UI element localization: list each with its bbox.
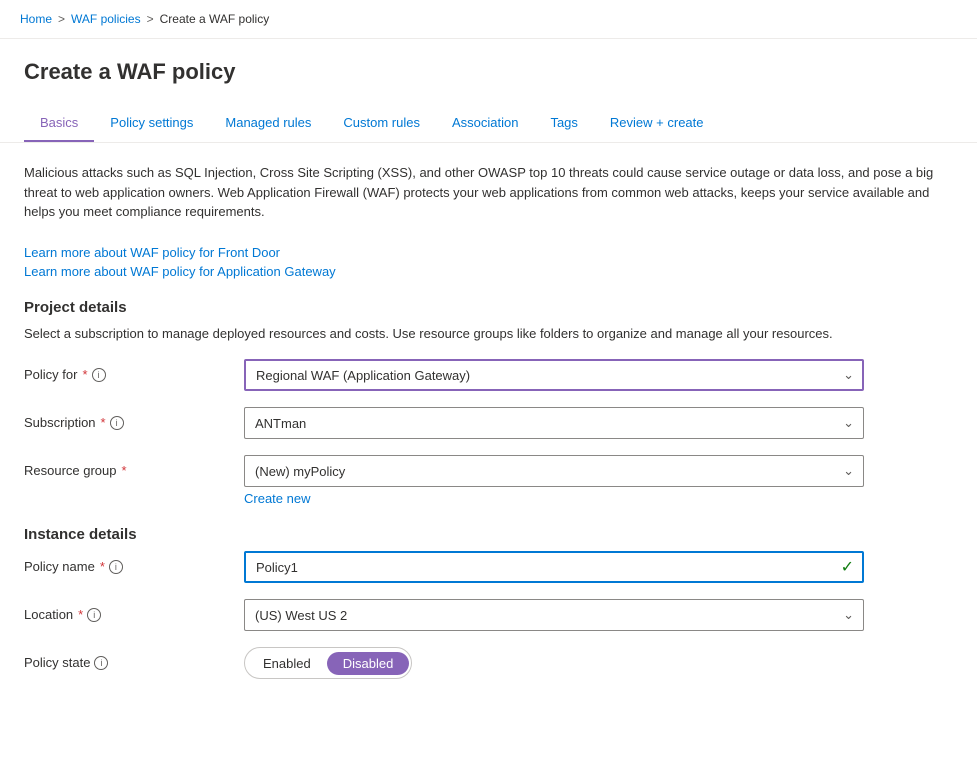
location-select-wrapper: (US) West US 2 ⌄	[244, 599, 864, 631]
policy-state-toggle[interactable]: Enabled Disabled	[244, 647, 412, 679]
tab-managed-rules[interactable]: Managed rules	[209, 105, 327, 142]
resource-group-select[interactable]: (New) myPolicy	[244, 455, 864, 487]
location-required: *	[78, 607, 83, 622]
policy-name-row: Policy name * i ✓	[24, 551, 936, 583]
description-text: Malicious attacks such as SQL Injection,…	[24, 163, 936, 222]
policy-name-info-icon[interactable]: i	[109, 560, 123, 574]
resource-group-select-wrapper: (New) myPolicy ⌄	[244, 455, 864, 487]
resource-group-control: (New) myPolicy ⌄ Create new	[244, 455, 864, 506]
tabs-bar: Basics Policy settings Managed rules Cus…	[0, 105, 977, 143]
breadcrumb-sep2: >	[147, 12, 154, 26]
breadcrumb-waf-policies[interactable]: WAF policies	[71, 12, 141, 26]
policy-for-label: Policy for * i	[24, 359, 244, 382]
policy-name-required: *	[100, 559, 105, 574]
tab-custom-rules[interactable]: Custom rules	[327, 105, 436, 142]
location-info-icon[interactable]: i	[87, 608, 101, 622]
policy-state-info-icon[interactable]: i	[94, 656, 108, 670]
policy-state-control: Enabled Disabled	[244, 647, 864, 679]
policy-state-label: Policy state i	[24, 647, 244, 670]
subscription-row: Subscription * i ANTman ⌄	[24, 407, 936, 439]
policy-name-control: ✓	[244, 551, 864, 583]
location-control: (US) West US 2 ⌄	[244, 599, 864, 631]
subscription-required: *	[101, 415, 106, 430]
resource-group-row: Resource group * (New) myPolicy ⌄ Create…	[24, 455, 936, 506]
breadcrumb-home[interactable]: Home	[20, 12, 52, 26]
subscription-select[interactable]: ANTman	[244, 407, 864, 439]
breadcrumb-current: Create a WAF policy	[160, 12, 270, 26]
policy-name-label: Policy name * i	[24, 551, 244, 574]
policy-for-select[interactable]: Regional WAF (Application Gateway) Globa…	[244, 359, 864, 391]
subscription-control: ANTman ⌄	[244, 407, 864, 439]
create-new-link[interactable]: Create new	[244, 491, 310, 506]
policy-for-select-wrapper: Regional WAF (Application Gateway) Globa…	[244, 359, 864, 391]
tab-basics[interactable]: Basics	[24, 105, 94, 142]
breadcrumb-sep1: >	[58, 12, 65, 26]
location-label: Location * i	[24, 599, 244, 622]
location-select[interactable]: (US) West US 2	[244, 599, 864, 631]
policy-for-control: Regional WAF (Application Gateway) Globa…	[244, 359, 864, 391]
location-row: Location * i (US) West US 2 ⌄	[24, 599, 936, 631]
policy-for-info-icon[interactable]: i	[92, 368, 106, 382]
resource-group-label: Resource group *	[24, 455, 244, 478]
resource-group-required: *	[122, 463, 127, 478]
subscription-select-wrapper: ANTman ⌄	[244, 407, 864, 439]
policy-name-input[interactable]	[244, 551, 864, 583]
breadcrumb: Home > WAF policies > Create a WAF polic…	[0, 0, 977, 39]
tab-policy-settings[interactable]: Policy settings	[94, 105, 209, 142]
policy-state-disabled-option[interactable]: Disabled	[327, 652, 410, 675]
tab-tags[interactable]: Tags	[534, 105, 593, 142]
tab-review-create[interactable]: Review + create	[594, 105, 720, 142]
policy-name-input-wrapper: ✓	[244, 551, 864, 583]
tab-association[interactable]: Association	[436, 105, 534, 142]
project-details-desc: Select a subscription to manage deployed…	[24, 324, 936, 344]
policy-name-check-icon: ✓	[841, 557, 854, 577]
page-title: Create a WAF policy	[24, 59, 953, 85]
policy-for-row: Policy for * i Regional WAF (Application…	[24, 359, 936, 391]
policy-state-enabled-option[interactable]: Enabled	[247, 652, 327, 675]
policy-state-row: Policy state i Enabled Disabled	[24, 647, 936, 679]
page-header: Create a WAF policy	[0, 39, 977, 85]
subscription-label: Subscription * i	[24, 407, 244, 430]
content-area: Malicious attacks such as SQL Injection,…	[0, 143, 960, 715]
subscription-info-icon[interactable]: i	[110, 416, 124, 430]
waf-front-door-link[interactable]: Learn more about WAF policy for Front Do…	[24, 245, 936, 260]
waf-app-gateway-link[interactable]: Learn more about WAF policy for Applicat…	[24, 264, 936, 279]
project-details-title: Project details	[24, 299, 936, 316]
instance-details-title: Instance details	[24, 526, 936, 543]
policy-for-required: *	[82, 367, 87, 382]
